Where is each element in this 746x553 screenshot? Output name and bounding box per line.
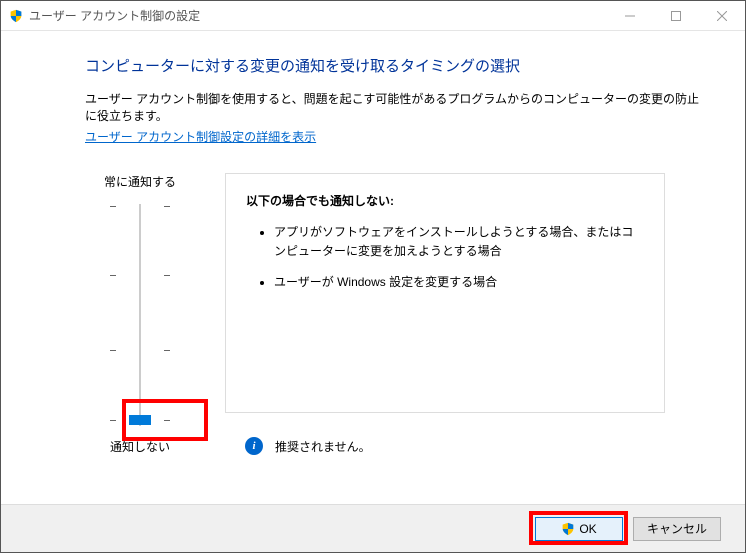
maximize-button[interactable] <box>653 1 699 31</box>
slider-bottom-label: 通知しない <box>85 438 195 455</box>
content-area: コンピューターに対する変更の通知を受け取るタイミングの選択 ユーザー アカウント… <box>1 31 745 455</box>
notification-slider[interactable] <box>110 200 170 430</box>
info-icon: i <box>245 437 263 455</box>
titlebar: ユーザー アカウント制御の設定 <box>1 1 745 31</box>
page-description: ユーザー アカウント制御を使用すると、問題を起こす可能性があるプログラムからのコ… <box>85 90 707 124</box>
cancel-button[interactable]: キャンセル <box>633 517 721 541</box>
minimize-button[interactable] <box>607 1 653 31</box>
slider-track <box>139 204 141 426</box>
close-button[interactable] <box>699 1 745 31</box>
ok-button-label: OK <box>579 522 596 536</box>
recommendation-text: 推奨されません。 <box>275 438 371 455</box>
slider-column: 常に通知する 通知しない <box>85 173 195 455</box>
info-box: 以下の場合でも通知しない: アプリがソフトウェアをインストールしようとする場合、… <box>225 173 665 413</box>
info-item: アプリがソフトウェアをインストールしようとする場合、またはコンピューターに変更を… <box>274 223 644 261</box>
uac-shield-icon <box>561 522 575 536</box>
window-controls <box>607 1 745 31</box>
recommendation-row: i 推奨されません。 <box>225 437 707 455</box>
window-title: ユーザー アカウント制御の設定 <box>29 7 200 24</box>
slider-top-label: 常に通知する <box>85 173 195 190</box>
main-area: 常に通知する 通知しない 以下の場合でも通知しない: アプリがソフトウェアをイン… <box>85 173 707 455</box>
info-item: ユーザーが Windows 設定を変更する場合 <box>274 273 644 292</box>
cancel-button-label: キャンセル <box>647 520 707 537</box>
slider-thumb[interactable] <box>129 415 151 425</box>
slider-tick <box>110 206 170 207</box>
uac-details-link[interactable]: ユーザー アカウント制御設定の詳細を表示 <box>85 130 316 144</box>
info-column: 以下の場合でも通知しない: アプリがソフトウェアをインストールしようとする場合、… <box>225 173 707 455</box>
ok-button[interactable]: OK <box>535 517 623 541</box>
slider-tick <box>110 350 170 351</box>
info-title: 以下の場合でも通知しない: <box>246 192 644 209</box>
slider-tick <box>110 275 170 276</box>
uac-shield-icon <box>9 9 23 23</box>
footer-bar: OK キャンセル <box>1 504 745 552</box>
page-heading: コンピューターに対する変更の通知を受け取るタイミングの選択 <box>85 55 707 76</box>
info-list: アプリがソフトウェアをインストールしようとする場合、またはコンピューターに変更を… <box>246 223 644 293</box>
